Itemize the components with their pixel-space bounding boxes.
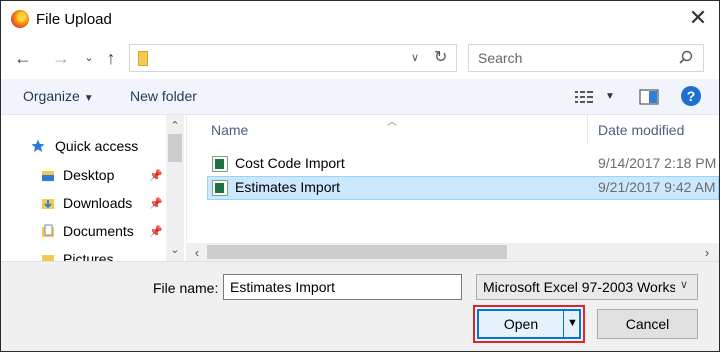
folder-icon bbox=[42, 171, 54, 181]
sidebar-item-downloads[interactable]: Downloads 📌 bbox=[41, 193, 166, 217]
file-name: Cost Code Import bbox=[235, 155, 345, 171]
forward-arrow-icon[interactable]: → bbox=[51, 47, 71, 69]
caret-down-icon: ▼ bbox=[83, 93, 94, 104]
file-name-input[interactable]: Estimates Import bbox=[223, 274, 462, 300]
scroll-down-icon[interactable]: ⌄ bbox=[166, 243, 184, 256]
sidebar-item-label: Desktop bbox=[63, 167, 115, 183]
sort-ascending-icon: ︿ bbox=[387, 117, 397, 128]
open-button-label: Open bbox=[503, 316, 539, 332]
cancel-button[interactable]: Cancel bbox=[597, 309, 698, 339]
recent-locations-chevron-icon[interactable]: ⌄ bbox=[79, 47, 99, 69]
column-divider[interactable] bbox=[587, 115, 588, 145]
chevron-down-icon[interactable]: ∨ bbox=[411, 49, 427, 67]
up-arrow-icon[interactable]: ↑ bbox=[101, 47, 121, 69]
star-icon bbox=[31, 139, 45, 152]
open-dropdown-arrow-icon[interactable]: ▼ bbox=[567, 317, 578, 329]
open-button[interactable]: Open ▼ bbox=[477, 309, 581, 339]
scroll-left-icon[interactable]: ‹ bbox=[188, 245, 206, 260]
close-icon[interactable]: ✕ bbox=[687, 7, 709, 29]
file-type-value: Microsoft Excel 97-2003 Workshe bbox=[483, 279, 675, 295]
search-input[interactable]: Search bbox=[468, 44, 704, 72]
column-header-name[interactable]: Name bbox=[211, 122, 248, 138]
file-type-select[interactable]: Microsoft Excel 97-2003 Workshe ∨ bbox=[476, 274, 698, 300]
file-list-horizontal-scrollbar[interactable]: ‹ › bbox=[186, 243, 719, 261]
documents-icon bbox=[42, 224, 54, 237]
file-date: 9/21/2017 9:42 AM bbox=[598, 179, 716, 195]
pictures-icon bbox=[42, 255, 54, 261]
sidebar-item-label: Downloads bbox=[63, 195, 133, 211]
scrollbar-thumb[interactable] bbox=[207, 245, 507, 259]
organize-button[interactable]: Organize ▼ bbox=[23, 88, 94, 104]
preview-pane-icon[interactable] bbox=[639, 89, 659, 105]
sidebar-item-documents[interactable]: Documents 📌 bbox=[41, 221, 166, 245]
file-row-selected[interactable]: Estimates Import 9/21/2017 9:42 AM bbox=[207, 176, 719, 200]
navigation-pane: Quick access Desktop 📌 Downloads 📌 Docum… bbox=[1, 115, 186, 261]
pin-icon[interactable]: 📌 bbox=[149, 169, 163, 182]
split-divider bbox=[563, 311, 564, 337]
file-name-label: File name: bbox=[153, 280, 219, 296]
sidebar-item-desktop[interactable]: Desktop 📌 bbox=[41, 165, 166, 189]
download-folder-icon bbox=[42, 199, 54, 209]
file-name: Estimates Import bbox=[235, 179, 341, 195]
search-icon[interactable] bbox=[679, 50, 693, 64]
sidebar-item-pictures[interactable]: Pictures bbox=[41, 249, 166, 261]
firefox-icon bbox=[11, 10, 29, 28]
view-dropdown-caret-icon[interactable]: ▼ bbox=[605, 91, 615, 102]
file-date: 9/14/2017 2:18 PM bbox=[598, 155, 717, 171]
file-upload-dialog: File Upload ✕ ← → ⌄ ↑ ∨ ↻ Search Organiz… bbox=[0, 0, 720, 352]
excel-file-icon bbox=[212, 156, 228, 172]
folder-icon bbox=[138, 51, 148, 66]
pin-icon[interactable]: 📌 bbox=[149, 197, 163, 210]
sidebar-item-label: Documents bbox=[63, 223, 134, 239]
scroll-right-icon[interactable]: › bbox=[698, 245, 716, 260]
back-arrow-icon[interactable]: ← bbox=[13, 47, 33, 69]
address-bar[interactable]: ∨ ↻ bbox=[129, 44, 457, 72]
organize-label: Organize bbox=[23, 88, 80, 104]
search-placeholder: Search bbox=[478, 50, 523, 66]
view-options-icon[interactable] bbox=[575, 89, 595, 105]
window-title: File Upload bbox=[36, 11, 112, 28]
file-row[interactable]: Cost Code Import 9/14/2017 2:18 PM bbox=[207, 152, 719, 176]
chevron-down-icon: ∨ bbox=[680, 279, 689, 291]
toolbar: Organize ▼ New folder ▼ ? bbox=[1, 79, 719, 115]
dialog-footer: File name: Estimates Import Microsoft Ex… bbox=[1, 261, 719, 351]
file-list: ︿ Name Date modified Cost Code Import 9/… bbox=[186, 115, 719, 261]
sidebar-item-label: Pictures bbox=[63, 251, 114, 261]
scroll-up-icon[interactable]: ⌃ bbox=[166, 119, 184, 132]
refresh-icon[interactable]: ↻ bbox=[434, 48, 447, 68]
help-icon[interactable]: ? bbox=[681, 86, 701, 106]
sidebar-item-label: Quick access bbox=[55, 138, 139, 154]
column-header-date-modified[interactable]: Date modified bbox=[598, 122, 684, 138]
excel-file-icon bbox=[212, 180, 228, 196]
title-bar: File Upload ✕ bbox=[1, 1, 719, 37]
pin-icon[interactable]: 📌 bbox=[149, 225, 163, 238]
new-folder-button[interactable]: New folder bbox=[130, 88, 197, 104]
scrollbar-thumb[interactable] bbox=[168, 134, 182, 162]
